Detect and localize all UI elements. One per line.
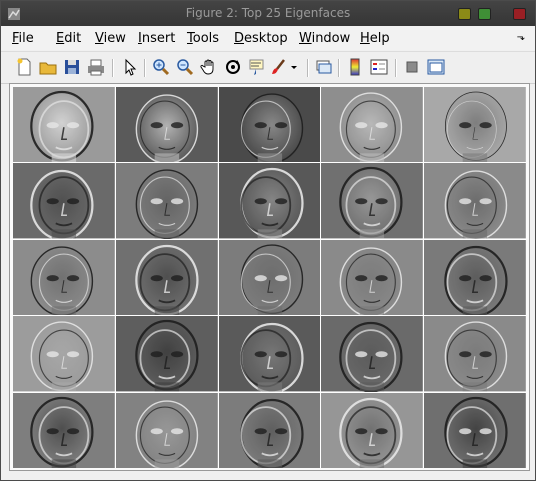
open-file-icon[interactable] [38, 57, 58, 77]
eigenface-tile [115, 239, 218, 316]
eigenface-tile [321, 392, 424, 468]
new-figure-icon[interactable] [14, 57, 34, 77]
eigenface-tile [115, 163, 218, 239]
menu-window[interactable]: Window [299, 31, 350, 46]
eigenface-tile [424, 316, 526, 392]
rotate-3d-icon[interactable] [223, 57, 243, 77]
menu-insert[interactable]: Insert [138, 31, 175, 46]
show-plot-tools-icon[interactable] [426, 57, 446, 77]
maximize-button[interactable] [478, 8, 491, 20]
toolbar-separator [338, 59, 340, 77]
toolbar-separator [307, 59, 309, 77]
eigenface-tile [218, 87, 321, 163]
eigenface-tile [13, 239, 115, 316]
menu-bar: File Edit View Insert Tools Desktop Wind… [1, 26, 535, 50]
eigenface-tile [115, 392, 218, 468]
eigenface-grid [13, 87, 526, 468]
zoom-in-icon[interactable] [151, 57, 171, 77]
eigenface-tile [321, 87, 424, 163]
eigenface-tile [218, 392, 321, 468]
eigenface-tile [13, 392, 115, 468]
zoom-out-icon[interactable] [175, 57, 195, 77]
close-button[interactable] [513, 8, 526, 20]
eigenface-tile [13, 87, 115, 163]
eigenface-tile [13, 316, 115, 392]
link-plot-icon[interactable] [314, 57, 334, 77]
menu-help[interactable]: Help [360, 31, 390, 46]
title-bar[interactable]: Figure 2: Top 25 Eigenfaces [1, 1, 535, 26]
figure-toolbar [1, 51, 535, 84]
eigenface-tile [218, 316, 321, 392]
toolbar-separator [395, 59, 397, 77]
eigenface-tile [218, 163, 321, 239]
figure-window: Figure 2: Top 25 Eigenfaces File Edit Vi… [0, 0, 536, 481]
menu-tools[interactable]: Tools [187, 31, 219, 46]
eigenface-tile [218, 239, 321, 316]
print-icon[interactable] [86, 57, 106, 77]
menu-desktop[interactable]: Desktop [234, 31, 288, 46]
figure-canvas [9, 83, 530, 471]
hide-plot-tools-icon[interactable] [402, 57, 422, 77]
eigenface-tile [13, 163, 115, 239]
eigenface-tile [321, 316, 424, 392]
toolbar-separator [112, 59, 114, 77]
dock-arrow-icon[interactable]: ⬎ [517, 32, 525, 43]
minimize-button[interactable] [458, 8, 471, 20]
insert-legend-icon[interactable] [369, 57, 389, 77]
edit-plot-arrow-icon[interactable] [120, 57, 140, 77]
toolbar-separator [144, 59, 146, 77]
eigenface-tile [424, 392, 526, 468]
save-icon[interactable] [62, 57, 82, 77]
brush-icon[interactable] [269, 57, 289, 77]
eigenface-tile [424, 239, 526, 316]
eigenface-tile [424, 87, 526, 163]
menu-file[interactable]: File [12, 31, 34, 46]
insert-colorbar-icon[interactable] [345, 57, 365, 77]
eigenface-tile [115, 87, 218, 163]
menu-view[interactable]: View [95, 31, 126, 46]
data-cursor-icon[interactable] [247, 57, 267, 77]
window-title: Figure 2: Top 25 Eigenfaces [185, 6, 351, 20]
pan-hand-icon[interactable] [199, 57, 219, 77]
eigenface-tile [115, 316, 218, 392]
brush-dropdown-icon[interactable] [289, 57, 299, 77]
eigenface-tile [424, 163, 526, 239]
eigenface-tile [321, 163, 424, 239]
menu-edit[interactable]: Edit [56, 31, 81, 46]
eigenface-tile [321, 239, 424, 316]
